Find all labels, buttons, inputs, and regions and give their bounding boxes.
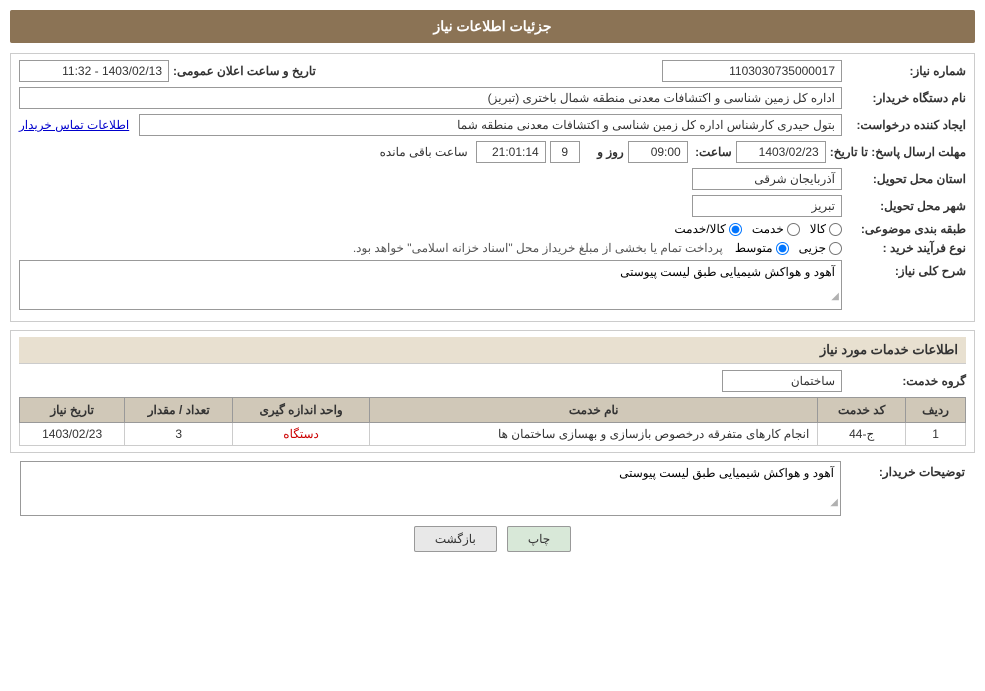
- tozihat-value: آهود و هواکش شیمیایی طبق لیست پیوستی: [619, 466, 834, 480]
- tabaghebandi-label: طبقه بندی موضوعی:: [846, 222, 966, 236]
- row-nave-farayand: نوع فرآیند خرید : جزیی متوسط پرداخت تمام…: [19, 241, 966, 255]
- resize-handle2: ◢: [822, 497, 838, 513]
- tabaghebandi-radios: کالا خدمت کالا/خدمت: [674, 222, 842, 236]
- shahr-label: شهر محل تحویل:: [846, 199, 966, 213]
- mohlat-roz-label: روز و: [584, 145, 624, 159]
- namdastgah-value: اداره کل زمین شناسی و اکتشافات معدنی منط…: [19, 87, 842, 109]
- radio-khadamat-item: خدمت: [752, 222, 800, 236]
- nave-farayand-radios: جزیی متوسط: [735, 241, 842, 255]
- tarikh-value: 1403/02/13 - 11:32: [19, 60, 169, 82]
- nave-farayand-desc: پرداخت تمام یا بخشی از مبلغ خریداز محل "…: [353, 241, 723, 255]
- row-mohlat: مهلت ارسال پاسخ: تا تاریخ: 1403/02/23 سا…: [19, 141, 966, 163]
- shahr-value: تبریز: [692, 195, 842, 217]
- mohlat-roz: 9: [550, 141, 580, 163]
- radio-khadamat-label: خدمت: [752, 222, 784, 236]
- cell-tedad: 3: [125, 423, 233, 446]
- col-tarikh: تاریخ نیاز: [20, 398, 125, 423]
- table-header-row: ردیف کد خدمت نام خدمت واحد اندازه گیری ت…: [20, 398, 966, 423]
- col-tedad: تعداد / مقدار: [125, 398, 233, 423]
- nave-farayand-label: نوع فرآیند خرید :: [846, 241, 966, 255]
- row-shahr: شهر محل تحویل: تبریز: [19, 195, 966, 217]
- radio-kala-khadamat[interactable]: [729, 223, 742, 236]
- mohlat-baqi: 21:01:14: [476, 141, 546, 163]
- grohe-khadamat-label: گروه خدمت:: [846, 374, 966, 388]
- radio-jozvi-label: جزیی: [799, 241, 826, 255]
- main-info-section: شماره نیاز: 1103030735000017 تاریخ و ساع…: [10, 53, 975, 322]
- row-sharh: شرح کلی نیاز: آهود و هواکش شیمیایی طبق ل…: [19, 260, 966, 310]
- radio-kala[interactable]: [829, 223, 842, 236]
- col-radif: ردیف: [906, 398, 966, 423]
- cell-vahed: دستگاه: [233, 423, 370, 446]
- mohlat-saat: 09:00: [628, 141, 688, 163]
- row-namdastgah: نام دستگاه خریدار: اداره کل زمین شناسی و…: [19, 87, 966, 109]
- radio-mottasat-label: متوسط: [735, 241, 773, 255]
- cell-nam: انجام کارهای متفرقه درخصوص بازسازی و بهس…: [370, 423, 818, 446]
- shomare-label: شماره نیاز:: [846, 64, 966, 78]
- mohlat-date: 1403/02/23: [736, 141, 826, 163]
- khadamat-section-title: اطلاعات خدمات مورد نیاز: [19, 337, 966, 364]
- grohe-khadamat-value: ساختمان: [722, 370, 842, 392]
- page-wrapper: جزئیات اطلاعات نیاز شماره نیاز: 11030307…: [0, 0, 985, 691]
- ostan-value: آذربایجان شرقی: [692, 168, 842, 190]
- sharh-box: آهود و هواکش شیمیایی طبق لیست پیوستی ◢: [19, 260, 842, 310]
- radio-mottasat[interactable]: [776, 242, 789, 255]
- ijadkonande-value: بتول حیدری کارشناس اداره کل زمین شناسی و…: [139, 114, 842, 136]
- radio-jozvi-item: جزیی: [799, 241, 842, 255]
- row-ijadkonande: ایجاد کننده درخواست: بتول حیدری کارشناس …: [19, 114, 966, 136]
- tozihat-box: آهود و هواکش شیمیایی طبق لیست پیوستی ◢: [20, 461, 841, 516]
- ostan-label: استان محل تحویل:: [846, 172, 966, 186]
- resize-handle: ◢: [823, 291, 839, 307]
- row-tozihat: توضیحات خریدار: آهود و هواکش شیمیایی طبق…: [20, 461, 965, 516]
- radio-jozvi[interactable]: [829, 242, 842, 255]
- radio-khadamat[interactable]: [787, 223, 800, 236]
- namdastgah-label: نام دستگاه خریدار:: [846, 91, 966, 105]
- sharh-label: شرح کلی نیاز:: [846, 264, 966, 278]
- cell-tarikh: 1403/02/23: [20, 423, 125, 446]
- page-title: جزئیات اطلاعات نیاز: [433, 18, 551, 34]
- chap-button[interactable]: چاپ: [507, 526, 571, 552]
- button-row: چاپ بازگشت: [10, 526, 975, 552]
- tozihat-label: توضیحات خریدار:: [845, 465, 965, 479]
- mohlat-saat-label: ساعت:: [692, 145, 732, 159]
- col-kod: کد خدمت: [818, 398, 906, 423]
- ijadkonande-label: ایجاد کننده درخواست:: [846, 118, 966, 132]
- row-grohe-khadamat: گروه خدمت: ساختمان: [19, 370, 966, 392]
- row-shomare: شماره نیاز: 1103030735000017 تاریخ و ساع…: [19, 60, 966, 82]
- radio-kala-item: کالا: [810, 222, 842, 236]
- mohlat-label: مهلت ارسال پاسخ: تا تاریخ:: [830, 145, 966, 159]
- radio-kala-label: کالا: [810, 222, 826, 236]
- khadamat-section: اطلاعات خدمات مورد نیاز گروه خدمت: ساختم…: [10, 330, 975, 453]
- sharh-value: آهود و هواکش شیمیایی طبق لیست پیوستی: [620, 265, 835, 279]
- radio-mottasat-item: متوسط: [735, 241, 789, 255]
- cell-kod: ج-44: [818, 423, 906, 446]
- col-nam: نام خدمت: [370, 398, 818, 423]
- radio-kala-khadamat-label: کالا/خدمت: [674, 222, 725, 236]
- mohlat-baqi-label: ساعت باقی مانده: [380, 145, 468, 159]
- shomare-value: 1103030735000017: [662, 60, 842, 82]
- tarikh-label: تاریخ و ساعت اعلان عمومی:: [173, 64, 316, 78]
- row-tabaghebandi: طبقه بندی موضوعی: کالا خدمت کالا/خدمت: [19, 222, 966, 236]
- table-row: 1 ج-44 انجام کارهای متفرقه درخصوص بازساز…: [20, 423, 966, 446]
- page-header: جزئیات اطلاعات نیاز: [10, 10, 975, 43]
- radio-kala-khadamat-item: کالا/خدمت: [674, 222, 741, 236]
- col-vahed: واحد اندازه گیری: [233, 398, 370, 423]
- row-ostan: استان محل تحویل: آذربایجان شرقی: [19, 168, 966, 190]
- bazgasht-button[interactable]: بازگشت: [414, 526, 497, 552]
- khadamat-table: ردیف کد خدمت نام خدمت واحد اندازه گیری ت…: [19, 397, 966, 446]
- tamas-link[interactable]: اطلاعات تماس خریدار: [19, 118, 129, 132]
- cell-radif: 1: [906, 423, 966, 446]
